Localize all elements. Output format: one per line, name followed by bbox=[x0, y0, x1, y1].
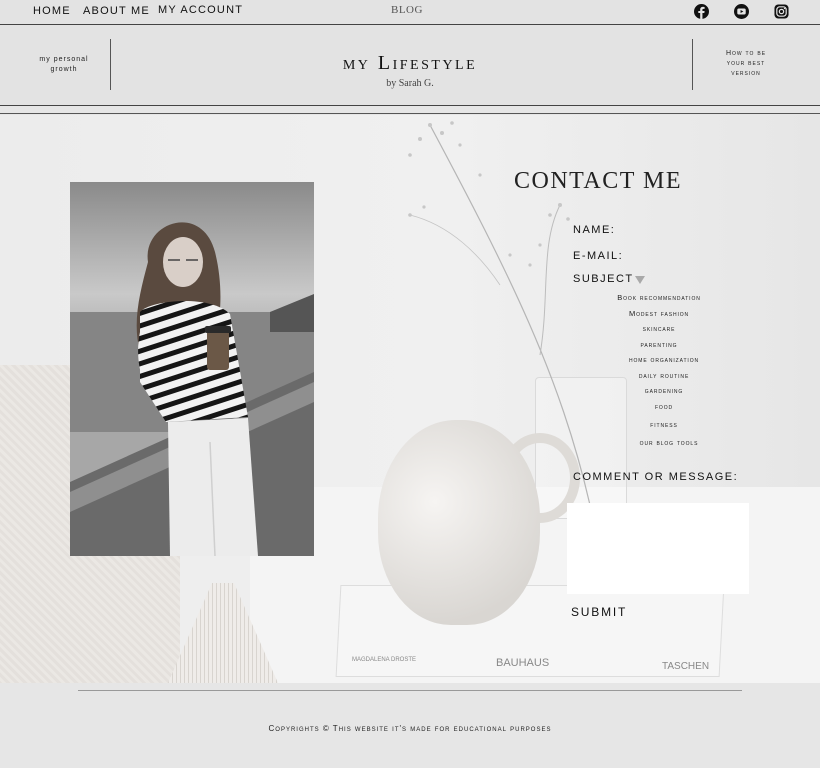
book-publisher-text: TASCHEN bbox=[662, 661, 710, 672]
instagram-icon[interactable] bbox=[774, 4, 789, 19]
subject-label[interactable]: SUBJECT bbox=[573, 273, 634, 285]
subject-option[interactable]: food bbox=[564, 402, 764, 411]
nav-blog-link[interactable]: BLOG bbox=[391, 4, 423, 16]
subject-option[interactable]: gardening bbox=[564, 386, 764, 395]
book-title-text: BAUHAUS bbox=[496, 657, 550, 669]
best-version-line-2: your best bbox=[726, 60, 766, 67]
nav-home-link[interactable]: HOME bbox=[33, 5, 71, 17]
nav-about-me-link[interactable]: ABOUT ME bbox=[83, 5, 150, 17]
nav-my-account-link[interactable]: MY ACCOUNT bbox=[158, 4, 243, 16]
header-bottom-rule bbox=[0, 113, 820, 114]
subject-option[interactable]: our blog tools bbox=[569, 438, 769, 447]
woman-portrait-illustration bbox=[70, 182, 314, 556]
subject-dropdown-arrow-icon[interactable] bbox=[635, 276, 645, 284]
subject-option[interactable]: skincare bbox=[559, 324, 759, 333]
subject-option[interactable]: fitness bbox=[564, 420, 764, 429]
best-version-link[interactable]: How to be your best version bbox=[716, 49, 776, 79]
site-header: my personal growth my Lifestyle by Sarah… bbox=[0, 25, 820, 106]
book-author-text: MAGDALENA DROSTE bbox=[352, 657, 417, 663]
best-version-line-3: version bbox=[731, 70, 761, 77]
footer-copyright: Copyrights © This website it's made for … bbox=[268, 724, 552, 733]
subject-option[interactable]: daily routine bbox=[564, 371, 764, 380]
comment-textarea[interactable] bbox=[567, 503, 749, 594]
email-field[interactable]: E-MAIL: bbox=[573, 250, 623, 262]
subject-option[interactable]: Book recommendation bbox=[559, 293, 759, 302]
profile-photo bbox=[70, 182, 314, 556]
youtube-icon[interactable] bbox=[734, 4, 749, 19]
site-subtitle: by Sarah G. bbox=[386, 78, 434, 89]
top-navigation-bar: HOME ABOUT ME MY ACCOUNT BLOG bbox=[0, 0, 820, 25]
submit-button[interactable]: SUBMIT bbox=[571, 605, 627, 619]
header-divider-right bbox=[692, 39, 693, 90]
comment-label: COMMENT OR MESSAGE: bbox=[573, 471, 739, 483]
site-title: my Lifestyle bbox=[342, 52, 478, 74]
subject-option[interactable]: Modest fashion bbox=[559, 309, 759, 318]
subject-option[interactable]: parenting bbox=[559, 340, 759, 349]
name-field[interactable]: NAME: bbox=[573, 224, 615, 236]
facebook-icon[interactable] bbox=[694, 4, 709, 19]
contact-title: CONTACT ME bbox=[514, 168, 682, 194]
subject-option[interactable]: home organization bbox=[564, 355, 764, 364]
best-version-line-1: How to be bbox=[725, 50, 767, 57]
footer-divider bbox=[78, 690, 742, 691]
